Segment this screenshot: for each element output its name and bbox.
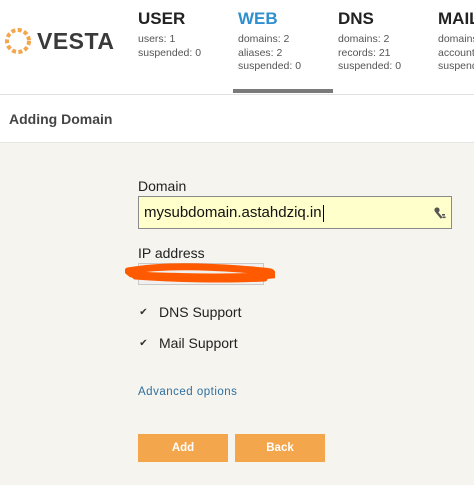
domain-label: Domain — [138, 178, 187, 194]
nav-tab-web-stats: domains: 2 aliases: 2 suspended: 0 — [238, 33, 301, 74]
nav-stat: suspended: 0 — [238, 60, 302, 72]
page-title: Adding Domain — [9, 111, 113, 127]
nav-tab-web-title: WEB — [238, 9, 278, 28]
sub-header: Adding Domain — [0, 96, 474, 143]
mail-support-checkbox[interactable]: ✔ — [138, 338, 149, 349]
dns-support-row[interactable]: ✔ DNS Support — [138, 304, 241, 320]
nav-tab-mail-title: MAIL — [438, 9, 474, 28]
text-caret — [322, 204, 324, 222]
dns-support-checkbox[interactable]: ✔ — [138, 307, 149, 318]
logo-text: VESTA — [37, 27, 115, 54]
nav-tab-user-stats: users: 1 suspended: 0 — [138, 33, 201, 60]
nav-stat: aliases: 2 — [238, 46, 283, 59]
nav-tab-user[interactable]: USER users: 1 suspended: 0 — [138, 0, 228, 94]
nav-tab-user-title: USER — [138, 9, 186, 28]
nav-tab-mail-stats: domains: accounts suspend — [438, 33, 474, 74]
key-icon[interactable] — [433, 206, 447, 220]
top-bar: VESTA USER users: 1 suspended: 0 WEB dom… — [0, 0, 474, 95]
nav-tab-mail[interactable]: MAIL domains: accounts suspend — [438, 0, 474, 94]
nav-tab-dns[interactable]: DNS domains: 2 records: 21 suspended: 0 — [338, 0, 428, 94]
mail-support-label: Mail Support — [159, 335, 238, 351]
nav-tab-dns-stats: domains: 2 records: 21 suspended: 0 — [338, 33, 401, 74]
mail-support-row[interactable]: ✔ Mail Support — [138, 335, 238, 351]
vesta-logo[interactable]: VESTA — [4, 27, 114, 55]
nav-stat: suspended: 0 — [138, 46, 202, 59]
advanced-options-link[interactable]: Advanced options — [138, 386, 237, 398]
add-button[interactable]: Add — [138, 434, 228, 462]
nav-stat: accounts — [438, 46, 474, 59]
nav-tab-web[interactable]: WEB domains: 2 aliases: 2 suspended: 0 — [238, 0, 333, 94]
domain-input-value: mysubdomain.astahdziq.in — [144, 204, 322, 221]
back-button[interactable]: Back — [235, 434, 325, 462]
nav-stat: domains: 2 — [338, 33, 390, 45]
vesta-logo-icon — [5, 28, 31, 54]
nav-tab-dns-title: DNS — [338, 9, 374, 28]
ip-address-label: IP address — [138, 245, 205, 261]
nav-stat: users: 1 — [138, 33, 176, 45]
ip-address-select[interactable] — [138, 263, 264, 285]
nav-stat: domains: 2 — [238, 33, 290, 45]
nav-stat: records: 21 — [338, 46, 391, 59]
nav-stat: suspend — [438, 60, 474, 72]
dns-support-label: DNS Support — [159, 304, 242, 320]
nav-stat: domains: — [438, 33, 474, 45]
domain-input[interactable]: mysubdomain.astahdziq.in — [138, 196, 452, 229]
nav-stat: suspended: 0 — [338, 60, 402, 72]
active-tab-indicator — [233, 89, 333, 93]
